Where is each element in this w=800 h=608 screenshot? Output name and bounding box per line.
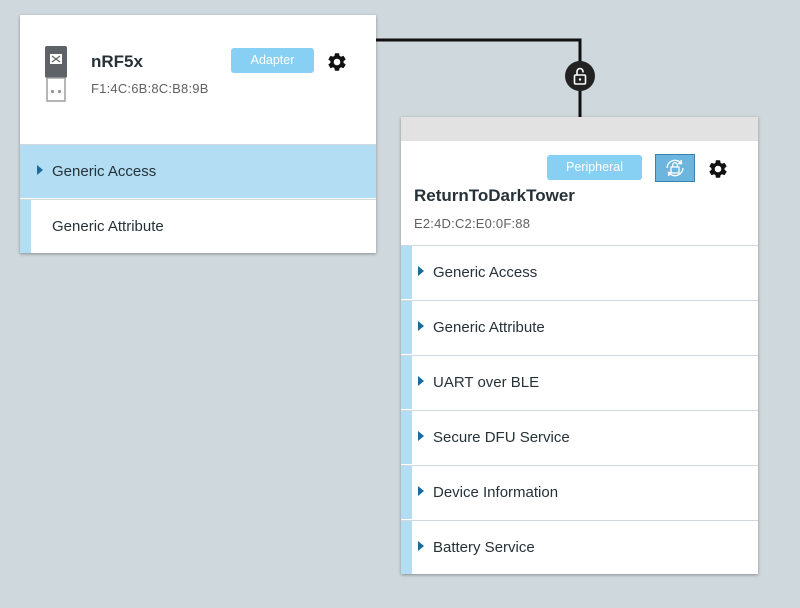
row-stripe <box>401 356 412 409</box>
peripheral-service-battery[interactable]: Battery Service <box>401 520 758 574</box>
expand-caret-icon[interactable] <box>418 486 424 496</box>
row-stripe <box>401 246 412 299</box>
security-settings-button[interactable] <box>655 154 695 182</box>
peripheral-header-bar[interactable] <box>401 117 758 141</box>
row-stripe <box>401 301 412 354</box>
service-label: Generic Access <box>433 264 538 281</box>
usb-dongle-icon <box>45 46 67 102</box>
adapter-settings-gear-icon[interactable] <box>326 51 348 73</box>
service-label: Generic Attribute <box>433 319 545 336</box>
peripheral-service-secure-dfu[interactable]: Secure DFU Service <box>401 410 758 464</box>
expand-caret-icon[interactable] <box>418 431 424 441</box>
service-label: Device Information <box>433 484 559 501</box>
adapter-address: F1:4C:6B:8C:B8:9B <box>91 81 209 96</box>
adapter-service-generic-access[interactable]: Generic Access <box>20 144 376 198</box>
peripheral-service-device-information[interactable]: Device Information <box>401 465 758 519</box>
unlocked-padlock-icon <box>573 67 587 85</box>
peripheral-name: ReturnToDarkTower <box>414 186 575 205</box>
peripheral-service-generic-access[interactable]: Generic Access <box>401 245 758 299</box>
row-stripe <box>401 411 412 464</box>
row-stripe <box>20 200 31 253</box>
adapter-name: nRF5x <box>91 52 143 71</box>
connection-security-button[interactable] <box>565 61 595 91</box>
service-label: Battery Service <box>433 539 535 556</box>
security-lock-refresh-icon <box>666 159 684 177</box>
peripheral-service-uart-over-ble[interactable]: UART over BLE <box>401 355 758 409</box>
service-label: Generic Access <box>52 163 157 180</box>
row-stripe <box>401 521 412 574</box>
expand-caret-icon[interactable] <box>418 376 424 386</box>
peripheral-role-badge: Peripheral <box>547 155 642 180</box>
service-label: UART over BLE <box>433 374 540 391</box>
expand-caret-icon[interactable] <box>418 321 424 331</box>
peripheral-address: E2:4D:C2:E0:0F:88 <box>414 216 531 231</box>
peripheral-service-generic-attribute[interactable]: Generic Attribute <box>401 300 758 354</box>
adapter-service-generic-attribute[interactable]: Generic Attribute <box>20 199 376 253</box>
expand-caret-icon[interactable] <box>418 266 424 276</box>
adapter-card: nRF5x F1:4C:6B:8C:B8:9B Adapter Generic … <box>20 15 376 253</box>
peripheral-settings-gear-icon[interactable] <box>707 158 729 180</box>
adapter-role-badge: Adapter <box>231 48 314 73</box>
service-label: Secure DFU Service <box>433 429 570 446</box>
expand-caret-icon[interactable] <box>37 165 43 175</box>
row-stripe <box>401 466 412 519</box>
expand-caret-icon[interactable] <box>418 541 424 551</box>
peripheral-card: Peripheral ReturnToDarkTower E2:4D:C2:E0… <box>401 117 758 574</box>
service-label: Generic Attribute <box>52 218 164 235</box>
